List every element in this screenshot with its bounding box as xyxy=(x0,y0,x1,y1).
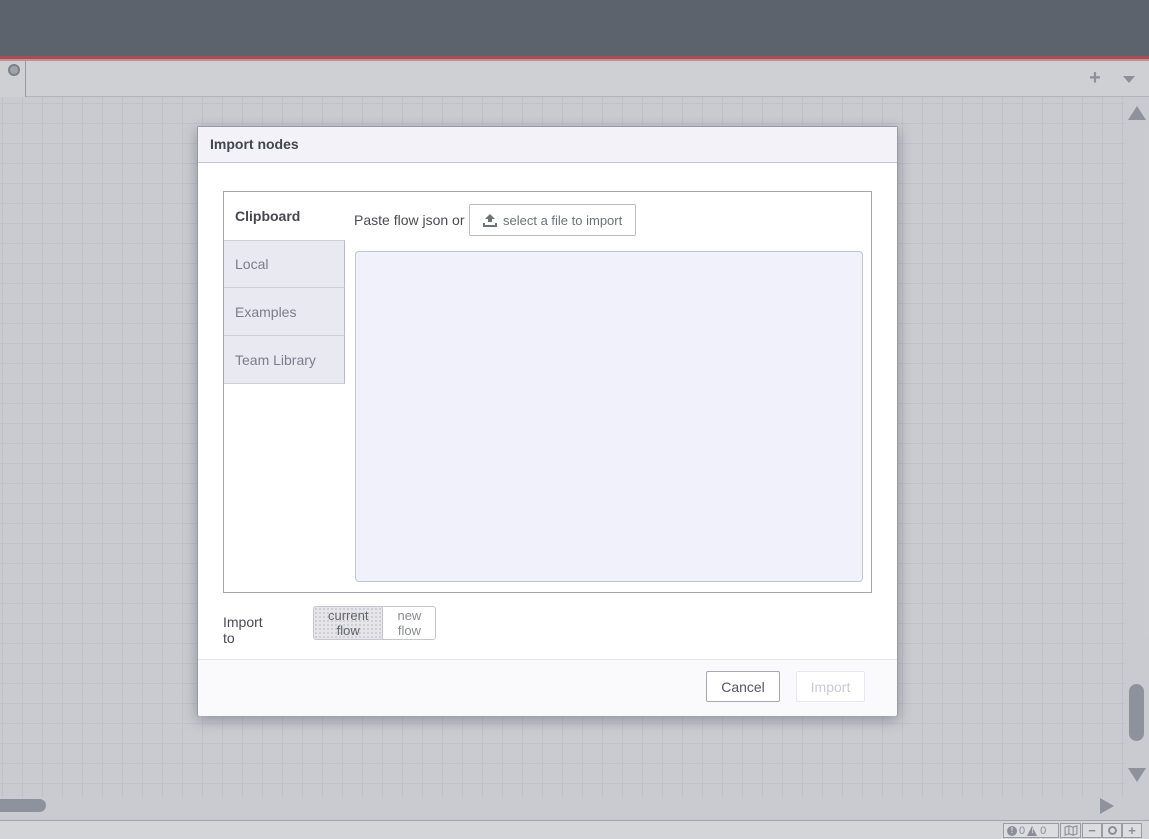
notification-counts-button[interactable]: ! 0 ! 0 xyxy=(1003,823,1059,838)
zoom-reset-icon xyxy=(1108,826,1117,835)
import-target-toggle: current flow new flow xyxy=(313,606,436,640)
import-source-tabs: Clipboard Local Examples Team Library xyxy=(224,192,345,592)
cancel-button[interactable]: Cancel xyxy=(706,671,780,702)
paste-flow-json-label: Paste flow json or xyxy=(354,212,465,228)
dialog-footer: Cancel Import xyxy=(198,659,897,716)
minus-icon: − xyxy=(1088,823,1096,838)
warning-count: 0 xyxy=(1040,825,1046,837)
map-icon xyxy=(1064,825,1078,836)
editor-statusbar: ! 0 ! 0 − + xyxy=(0,820,1149,839)
zoom-in-button[interactable]: + xyxy=(1122,823,1142,838)
import-source-panel: Clipboard Local Examples Team Library Pa… xyxy=(223,191,872,593)
import-button[interactable]: Import xyxy=(796,671,865,702)
tab-team-library-label: Team Library xyxy=(235,352,316,368)
plus-icon: + xyxy=(1128,823,1136,838)
select-file-button-label: select a file to import xyxy=(503,213,622,228)
import-to-label: Import to xyxy=(223,614,263,646)
tab-local[interactable]: Local xyxy=(224,240,345,288)
tab-local-label: Local xyxy=(235,256,268,272)
dialog-title: Import nodes xyxy=(210,136,299,152)
warning-icon: ! xyxy=(1027,826,1038,836)
tab-team-library[interactable]: Team Library xyxy=(224,336,345,384)
current-flow-button[interactable]: current flow xyxy=(313,606,382,640)
import-json-textarea[interactable] xyxy=(355,251,863,582)
error-icon: ! xyxy=(1007,826,1017,836)
app-header xyxy=(0,0,1149,56)
upload-icon xyxy=(483,214,497,227)
select-file-button[interactable]: select a file to import xyxy=(469,204,636,236)
error-count: 0 xyxy=(1019,825,1025,837)
navigator-toggle-button[interactable] xyxy=(1060,823,1081,838)
zoom-reset-button[interactable] xyxy=(1102,823,1122,838)
zoom-out-button[interactable]: − xyxy=(1082,823,1102,838)
tab-examples-label: Examples xyxy=(235,304,296,320)
tab-clipboard-label: Clipboard xyxy=(235,208,300,224)
dialog-header: Import nodes xyxy=(198,127,897,163)
new-flow-button[interactable]: new flow xyxy=(382,606,436,640)
tab-examples[interactable]: Examples xyxy=(224,288,345,336)
tab-clipboard[interactable]: Clipboard xyxy=(224,192,345,240)
import-nodes-dialog: Import nodes Clipboard Local Examples Te… xyxy=(197,126,898,716)
